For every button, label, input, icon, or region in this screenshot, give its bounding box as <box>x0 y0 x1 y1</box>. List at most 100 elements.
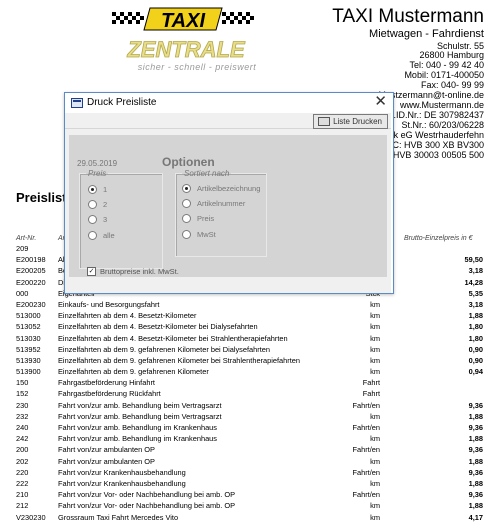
radio-label: 3 <box>103 215 108 224</box>
table-row: 513900 Einzelfahrten ab dem 9. gefahrenen… <box>16 366 486 377</box>
print-date: 29.05.2019 <box>77 159 118 168</box>
dialog-body: Liste Drucken 29.05.2019 Optionen Preis … <box>65 113 391 293</box>
sort-radio-artikelnummer[interactable]: Artikelnummer <box>182 199 245 208</box>
article-price: 0,90 <box>468 355 483 365</box>
radio-unselected <box>88 200 97 209</box>
radio-label: 2 <box>103 200 108 209</box>
article-number: E200230 <box>16 299 46 309</box>
article-description: Einzelfahrten ab dem 9. gefahrenen Kilom… <box>58 367 209 377</box>
price-radio-alle[interactable]: alle <box>88 231 115 240</box>
table-row: 513000 Einzelfahrten ab dem 4. Besetzt-Ki… <box>16 310 486 321</box>
price-radio-1[interactable]: 1 <box>88 185 107 194</box>
article-number: 222 <box>16 478 29 488</box>
article-price: 1,88 <box>468 501 483 511</box>
checker-band-right <box>222 12 254 24</box>
print-list-button[interactable]: Liste Drucken <box>313 114 388 129</box>
article-unit: km <box>370 311 380 321</box>
options-heading: Optionen <box>162 155 215 169</box>
article-price: 1,88 <box>468 434 483 444</box>
article-number: 150 <box>16 378 29 388</box>
article-description: Fahrt von/zur Krankenhausbehandlung <box>58 478 186 488</box>
table-row: 202 Fahrt von/zur ambulanten OP km 1,88 <box>16 456 486 467</box>
article-price: 9,36 <box>468 490 483 500</box>
radio-unselected <box>88 231 97 240</box>
article-price: 1,88 <box>468 311 483 321</box>
print-dialog: Druck Preisliste ✕ Liste Drucken 29.05.2… <box>64 92 394 294</box>
address-line: Tel: 040 - 99 42 40 <box>409 60 484 70</box>
price-radio-3[interactable]: 3 <box>88 215 107 224</box>
price-radio-2[interactable]: 2 <box>88 200 107 209</box>
address-line: Fax: 040- 99 99 <box>420 80 484 90</box>
company-name: TAXI Mustermann <box>332 6 484 27</box>
article-unit: km <box>370 299 380 309</box>
article-price: 1,88 <box>468 456 483 466</box>
gross-prices-checkbox[interactable]: ✓ Bruttopreise inkl. MwSt. <box>87 267 179 276</box>
table-row: 513952 Einzelfahrten ab dem 9. gefahrenen… <box>16 344 486 355</box>
column-header-nr: Art-Nr. <box>16 235 37 242</box>
article-number: E200198 <box>16 255 46 265</box>
printer-icon <box>318 117 331 126</box>
print-list-label: Liste Drucken <box>333 117 382 126</box>
radio-unselected <box>182 214 191 223</box>
dialog-titlebar[interactable]: Druck Preisliste ✕ <box>65 93 393 113</box>
article-description: Fahrt von/zur amb. Behandlung im Kranken… <box>58 423 217 432</box>
article-price: 5,35 <box>468 288 483 298</box>
tagline: sicher - schnell - preiswert <box>137 62 257 72</box>
radio-unselected <box>88 215 97 224</box>
article-unit: km <box>370 501 380 511</box>
company-subtitle: Mietwagen - Fahrdienst <box>369 28 484 40</box>
article-number: 513000 <box>16 311 41 321</box>
article-price: 59,50 <box>464 255 484 265</box>
article-description: Fahrgastbeförderung Rückfahrt <box>58 389 161 399</box>
article-unit: km <box>370 478 380 488</box>
address-line: BIC: HVB 300 XB BV300 <box>383 140 484 150</box>
dialog-title: Druck Preisliste <box>87 97 157 108</box>
article-number: 230 <box>16 400 29 410</box>
article-price: 3,18 <box>468 266 483 276</box>
article-number: 220 <box>16 467 29 477</box>
close-icon[interactable]: ✕ <box>374 94 387 110</box>
article-price: 1,88 <box>468 411 483 421</box>
radio-selected <box>182 184 191 193</box>
table-row: 513052 Einzelfahrten ab dem 4. Besetzt-Ki… <box>16 321 486 332</box>
article-unit: Fahrt/en <box>352 490 380 500</box>
article-number: 513930 <box>16 355 41 365</box>
article-description: Einzelfahrten ab dem 4. Besetzt-Kilomete… <box>58 333 288 343</box>
radio-label: alle <box>103 231 115 240</box>
column-header-price: Brutto-Einzelpreis in € <box>404 235 473 242</box>
article-unit: Fahrt <box>362 378 380 388</box>
article-description: Grossraum Taxi Fahrt Mercedes Vito <box>58 512 179 522</box>
checker-band-left <box>112 12 144 24</box>
radio-label: Artikelnummer <box>197 199 246 208</box>
sort-radio-mwst[interactable]: MwSt <box>182 230 216 239</box>
article-price: 4,17 <box>468 512 483 522</box>
dialog-toolbar: Liste Drucken <box>65 113 391 129</box>
article-price: 14,28 <box>464 277 484 287</box>
table-row: 513030 Einzelfahrten ab dem 4. Besetzt-Ki… <box>16 333 486 344</box>
radio-label: Artikelbezeichnung <box>197 184 261 193</box>
taxi-logo: TAXI ZENTRALE <box>112 7 254 62</box>
table-row: 513930 Einzelfahrten ab dem 9. gefahrenen… <box>16 355 486 366</box>
article-number: 513052 <box>16 322 41 332</box>
app-window-icon <box>71 98 83 108</box>
radio-selected <box>88 185 97 194</box>
article-unit: km <box>370 367 380 377</box>
article-number: 200 <box>16 445 29 455</box>
table-row: E200230 Einkaufs- und Besorgungsfahrt km 3,… <box>16 299 486 310</box>
article-price: 9,36 <box>468 467 483 477</box>
sort-radio-preis[interactable]: Preis <box>182 214 214 223</box>
article-price: 3,18 <box>468 299 483 309</box>
address-line: E HVB 30003 00505 500 <box>384 150 484 160</box>
article-description: Fahrt von/zur ambulanten OP <box>58 456 155 466</box>
article-unit: km <box>370 333 380 343</box>
article-number: 210 <box>16 490 29 500</box>
article-description: Fahrt von/zur amb. Behandlung im Kranken… <box>58 434 217 444</box>
table-row: 232 Fahrt von/zur amb. Behandlung beim Ve… <box>16 411 486 422</box>
article-description: Einkaufs- und Besorgungsfahrt <box>58 299 160 309</box>
article-unit: km <box>370 355 380 365</box>
sort-radio-artikelbezeichnung[interactable]: Artikelbezeichnung <box>182 184 260 193</box>
logo-word: TAXI <box>161 10 206 32</box>
table-row: 200 Fahrt von/zur ambulanten OP Fahrt/en 9,… <box>16 444 486 455</box>
address-line: St.Nr.: 60/203/06228 <box>401 120 484 130</box>
article-description: Einzelfahrten ab dem 4. Besetzt-Kilomete… <box>58 322 258 332</box>
